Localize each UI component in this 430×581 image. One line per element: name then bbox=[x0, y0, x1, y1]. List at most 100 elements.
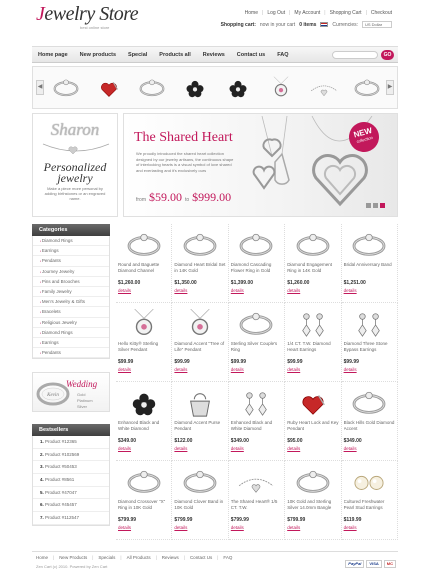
bestseller-item[interactable]: 3. Product #50453 bbox=[33, 461, 109, 475]
heart-ring-icon[interactable] bbox=[49, 71, 83, 105]
product-name[interactable]: Hello Kitty® Sterling Silver Pendant bbox=[118, 341, 169, 357]
product-name[interactable]: Diamond Heart Bridal Set in 14K Gold bbox=[174, 262, 225, 278]
flower-earring-icon[interactable] bbox=[178, 71, 212, 105]
product-details-link[interactable]: details bbox=[118, 367, 169, 372]
bestseller-item[interactable]: 6. Product #45457 bbox=[33, 499, 109, 513]
cart-count[interactable]: 0 items bbox=[299, 22, 316, 28]
product-card[interactable]: Diamond Heart Bridal Set in 14K Gold $1,3… bbox=[172, 224, 229, 303]
product-name[interactable]: The Shared Heart® 1/5 CT. T.W. bbox=[231, 499, 282, 515]
product-details-link[interactable]: details bbox=[118, 446, 169, 451]
earring-icon[interactable] bbox=[345, 309, 393, 339]
footer-link[interactable]: Specials bbox=[98, 555, 115, 560]
band-ring-icon[interactable] bbox=[350, 71, 384, 105]
pendant-icon[interactable] bbox=[176, 309, 224, 339]
product-details-link[interactable]: details bbox=[344, 525, 395, 530]
category-item[interactable]: Earrings bbox=[33, 246, 109, 257]
product-details-link[interactable]: details bbox=[231, 446, 282, 451]
heart-pendant-icon[interactable] bbox=[92, 71, 126, 105]
product-details-link[interactable]: details bbox=[344, 446, 395, 451]
product-name[interactable]: Diamond Clover Band in 10K Gold bbox=[174, 499, 225, 515]
currency-select[interactable]: US Dollar bbox=[362, 21, 392, 28]
product-card[interactable]: Diamond Accent "Tree of Life" Pendant $99… bbox=[172, 303, 229, 382]
product-details-link[interactable]: details bbox=[287, 525, 338, 530]
ring-icon[interactable] bbox=[289, 467, 337, 497]
bestseller-item[interactable]: 2. Product #102569 bbox=[33, 449, 109, 462]
product-card[interactable]: Diamond Accent Purse Pendant $122.00 detai… bbox=[172, 382, 229, 461]
heart-icon[interactable] bbox=[289, 388, 337, 418]
strip-prev-button[interactable]: ◀ bbox=[36, 80, 44, 95]
nav-products-all[interactable]: Products all bbox=[153, 52, 196, 58]
product-card[interactable]: Sterling Silver Couple's Ring $99.99 detai… bbox=[228, 303, 286, 382]
diamond-ring-icon[interactable] bbox=[135, 71, 169, 105]
product-details-link[interactable]: details bbox=[287, 446, 338, 451]
product-card[interactable]: Diamond Three Stone Bypass Earrings $99.9… bbox=[341, 303, 398, 382]
product-details-link[interactable]: details bbox=[231, 288, 282, 293]
bestseller-item[interactable]: 7. Product #112547 bbox=[33, 512, 109, 525]
product-name[interactable]: Diamond Crossover "X" Ring in 10K Gold bbox=[118, 499, 169, 515]
product-card[interactable]: Round and Baguette Diamond Channel $1,260… bbox=[116, 224, 173, 303]
ring-icon[interactable] bbox=[289, 230, 337, 260]
product-card[interactable]: Diamond Cascading Flower Ring in Gold $1,… bbox=[228, 224, 286, 303]
top-link-checkout[interactable]: Checkout bbox=[371, 10, 392, 16]
ring-icon[interactable] bbox=[120, 467, 168, 497]
product-details-link[interactable]: details bbox=[174, 367, 225, 372]
footer-link[interactable]: New Products bbox=[59, 555, 87, 560]
category-item[interactable]: Earrings bbox=[33, 338, 109, 349]
footer-link[interactable]: All Products bbox=[127, 555, 151, 560]
drop-pendant-icon[interactable] bbox=[264, 71, 298, 105]
nav-contact[interactable]: Contact us bbox=[231, 52, 271, 58]
bestseller-item[interactable]: 1. Product #12365 bbox=[33, 436, 109, 449]
footer-link[interactable]: Reviews bbox=[162, 555, 179, 560]
bestseller-item[interactable]: 4. Product #8561 bbox=[33, 474, 109, 487]
top-link-logout[interactable]: Log Out bbox=[267, 10, 285, 16]
product-details-link[interactable]: details bbox=[174, 525, 225, 530]
product-name[interactable]: Cultured Freshwater Pearl Stud Earrings bbox=[344, 499, 395, 515]
footer-link[interactable]: Contact Us bbox=[190, 555, 212, 560]
round-earring-icon[interactable] bbox=[221, 71, 255, 105]
category-item[interactable]: Family Jewelry bbox=[33, 287, 109, 298]
bestseller-item[interactable]: 5. Product #47047 bbox=[33, 487, 109, 500]
pendant-icon[interactable] bbox=[120, 309, 168, 339]
product-name[interactable]: Round and Baguette Diamond Channel bbox=[118, 262, 169, 278]
nav-reviews[interactable]: Reviews bbox=[197, 52, 231, 58]
purse-icon[interactable] bbox=[176, 388, 224, 418]
product-name[interactable]: Sterling Silver Couple's Ring bbox=[231, 341, 282, 357]
product-card[interactable]: The Shared Heart® 1/5 CT. T.W. $799.99 det… bbox=[228, 461, 286, 540]
hero-dot-2[interactable] bbox=[373, 203, 378, 208]
product-name[interactable]: 1/4 CT. T.W. Diamond Heart Earrings bbox=[287, 341, 338, 357]
strip-next-button[interactable]: ▶ bbox=[386, 80, 394, 95]
product-card[interactable]: 1/4 CT. T.W. Diamond Heart Earrings $99.9… bbox=[285, 303, 342, 382]
product-details-link[interactable]: details bbox=[231, 525, 282, 530]
ring-icon[interactable] bbox=[232, 230, 280, 260]
product-name[interactable]: 10K Gold and Sterling Silver 14.0mm Bang… bbox=[287, 499, 338, 515]
product-card[interactable]: Ruby Heart Lock and Key Pendant $95.00 det… bbox=[285, 382, 342, 461]
product-card[interactable]: Hello Kitty® Sterling Silver Pendant $99.… bbox=[116, 303, 173, 382]
product-details-link[interactable]: details bbox=[287, 288, 338, 293]
product-name[interactable]: Enhanced Black and White Diamond bbox=[231, 420, 282, 436]
product-card[interactable]: 10K Gold and Sterling Silver 14.0mm Bang… bbox=[285, 461, 342, 540]
product-name[interactable]: Bridal Anniversary Band bbox=[344, 262, 395, 278]
product-name[interactable]: Diamond Accent "Tree of Life" Pendant bbox=[174, 341, 225, 357]
category-item[interactable]: Pendants bbox=[33, 256, 109, 267]
logo[interactable]: Jewelry Store best online store bbox=[36, 4, 139, 30]
product-card[interactable]: Diamond Clover Band in 10K Gold $799.99 de… bbox=[172, 461, 229, 540]
category-item[interactable]: Journey Jewelry bbox=[33, 267, 109, 277]
product-card[interactable]: Bridal Anniversary Band $1,251.00 details bbox=[341, 224, 398, 303]
flower-icon[interactable] bbox=[120, 388, 168, 418]
hero-dot-3[interactable] bbox=[380, 203, 385, 208]
product-name[interactable]: Diamond Engagement Ring in 14K Gold bbox=[287, 262, 338, 278]
product-card[interactable]: Enhanced Black and White Diamond $349.00 d… bbox=[228, 382, 286, 461]
hero-dot-1[interactable] bbox=[366, 203, 371, 208]
earring-icon[interactable] bbox=[232, 388, 280, 418]
ring-icon[interactable] bbox=[345, 230, 393, 260]
pearl-icon[interactable] bbox=[345, 467, 393, 497]
flag-icon[interactable] bbox=[320, 22, 329, 27]
top-link-cart[interactable]: Shopping Cart bbox=[330, 10, 362, 16]
hero-banner[interactable]: The Shared Heart We proudly introduced t… bbox=[123, 113, 398, 217]
product-name[interactable]: Enhanced Black and White Diamond bbox=[118, 420, 169, 436]
nav-faq[interactable]: FAQ bbox=[271, 52, 294, 58]
product-details-link[interactable]: details bbox=[174, 288, 225, 293]
ring-icon[interactable] bbox=[232, 309, 280, 339]
product-card[interactable]: Black Hills Gold Diamond Accent $349.00 de… bbox=[341, 382, 398, 461]
category-item[interactable]: Pendants bbox=[33, 348, 109, 359]
